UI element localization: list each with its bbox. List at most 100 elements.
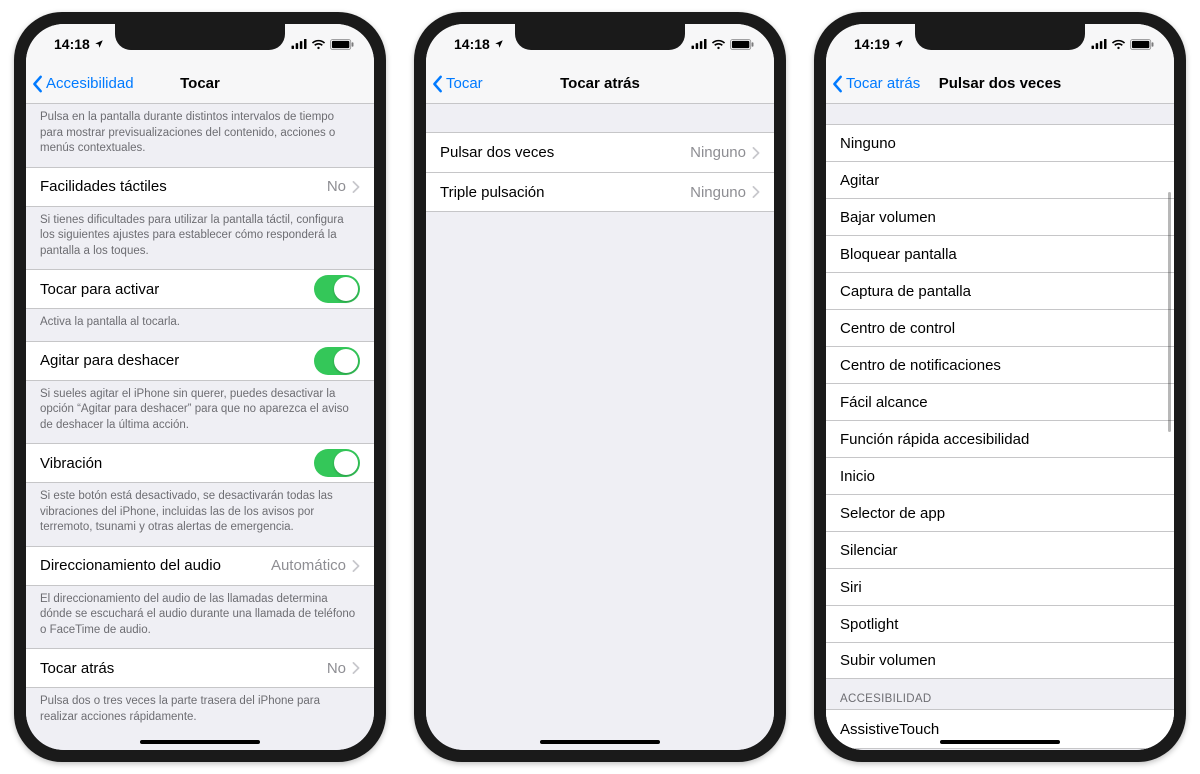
option-row[interactable]: Spotlight <box>826 605 1174 642</box>
status-time: 14:18 <box>454 36 490 52</box>
intro-footer: Pulsa en la pantalla durante distintos i… <box>26 104 374 167</box>
settings-content[interactable]: Ninguno Agitar Bajar volumen Bloquear panta… <box>826 104 1174 750</box>
back-button[interactable]: Accesibilidad <box>26 75 134 93</box>
wifi-icon <box>311 39 326 50</box>
row-label: Tocar atrás <box>40 660 114 677</box>
tocar-activar-row[interactable]: Tocar para activar <box>26 269 374 309</box>
option-label: Centro de control <box>840 320 955 337</box>
location-icon <box>494 39 504 49</box>
row-label: Direccionamiento del audio <box>40 557 221 574</box>
battery-icon <box>1130 39 1154 50</box>
chevron-left-icon <box>832 75 844 93</box>
phone-1: 14:18 Accesibilidad Tocar Pulsa en la pa… <box>14 12 386 762</box>
vibracion-row[interactable]: Vibración <box>26 443 374 483</box>
settings-content[interactable]: Pulsa en la pantalla durante distintos i… <box>26 104 374 750</box>
tocar-atras-footer: Pulsa dos o tres veces la parte trasera … <box>26 688 374 735</box>
option-label: Siri <box>840 579 862 596</box>
row-label: Pulsar dos veces <box>440 144 554 161</box>
option-label: Captura de pantalla <box>840 283 971 300</box>
option-row[interactable]: Centro de control <box>826 309 1174 346</box>
vibracion-footer: Si este botón está desactivado, se desac… <box>26 483 374 546</box>
chevron-right-icon <box>352 181 360 193</box>
option-row[interactable]: Agitar <box>826 161 1174 198</box>
pulsar-dos-veces-row[interactable]: Pulsar dos veces Ninguno <box>426 132 774 172</box>
tocar-atras-row[interactable]: Tocar atrás No <box>26 648 374 688</box>
phone-screen: 14:18 Tocar Tocar atrás Pulsar dos veces… <box>426 24 774 750</box>
cellular-icon <box>291 39 307 49</box>
facilidades-tactiles-row[interactable]: Facilidades táctiles No <box>26 167 374 207</box>
home-indicator[interactable] <box>540 740 660 744</box>
phone-screen: 14:19 Tocar atrás Pulsar dos veces Ningu… <box>826 24 1174 750</box>
tocar-activar-toggle[interactable] <box>314 275 360 303</box>
accesibilidad-header: ACCESIBILIDAD <box>826 679 1174 709</box>
cellular-icon <box>1091 39 1107 49</box>
phone-3: 14:19 Tocar atrás Pulsar dos veces Ningu… <box>814 12 1186 762</box>
notch <box>515 24 685 50</box>
option-row[interactable]: Silenciar <box>826 531 1174 568</box>
cellular-icon <box>691 39 707 49</box>
settings-content[interactable]: Pulsar dos veces Ninguno Triple pulsació… <box>426 104 774 750</box>
home-indicator[interactable] <box>140 740 260 744</box>
row-value: No <box>327 660 346 677</box>
triple-pulsacion-row[interactable]: Triple pulsación Ninguno <box>426 172 774 212</box>
notch <box>115 24 285 50</box>
nav-bar: Accesibilidad Tocar <box>26 64 374 104</box>
option-row[interactable]: Fácil alcance <box>826 383 1174 420</box>
row-label: Vibración <box>40 455 102 472</box>
option-label: Inicio <box>840 468 875 485</box>
audio-row[interactable]: Direccionamiento del audio Automático <box>26 546 374 586</box>
agitar-footer: Si sueles agitar el iPhone sin querer, p… <box>26 381 374 444</box>
row-label: AssistiveTouch <box>840 721 939 738</box>
option-row[interactable]: Bajar volumen <box>826 198 1174 235</box>
option-row[interactable]: Función rápida accesibilidad <box>826 420 1174 457</box>
back-label: Tocar atrás <box>846 75 920 92</box>
chevron-right-icon <box>752 147 760 159</box>
chevron-right-icon <box>752 186 760 198</box>
option-row[interactable]: Selector de app <box>826 494 1174 531</box>
row-value: Ninguno <box>690 144 746 161</box>
row-value: Ninguno <box>690 184 746 201</box>
option-label: Fácil alcance <box>840 394 928 411</box>
home-indicator[interactable] <box>940 740 1060 744</box>
nav-bar: Tocar atrás Pulsar dos veces <box>826 64 1174 104</box>
option-label: Silenciar <box>840 542 898 559</box>
option-label: Centro de notificaciones <box>840 357 1001 374</box>
option-label: Agitar <box>840 172 879 189</box>
status-time: 14:19 <box>854 36 890 52</box>
chevron-left-icon <box>432 75 444 93</box>
back-button[interactable]: Tocar <box>426 75 483 93</box>
vibracion-toggle[interactable] <box>314 449 360 477</box>
option-row[interactable]: Ninguno <box>826 124 1174 161</box>
location-icon <box>894 39 904 49</box>
option-row[interactable]: Siri <box>826 568 1174 605</box>
status-time: 14:18 <box>54 36 90 52</box>
chevron-right-icon <box>352 662 360 674</box>
phone-screen: 14:18 Accesibilidad Tocar Pulsa en la pa… <box>26 24 374 750</box>
agitar-toggle[interactable] <box>314 347 360 375</box>
chevron-left-icon <box>32 75 44 93</box>
scrollbar-indicator <box>1168 192 1171 432</box>
option-label: Bloquear pantalla <box>840 246 957 263</box>
agitar-row[interactable]: Agitar para deshacer <box>26 341 374 381</box>
row-label: Facilidades táctiles <box>40 178 167 195</box>
option-label: Ninguno <box>840 135 896 152</box>
option-row[interactable]: Inicio <box>826 457 1174 494</box>
row-label: Tocar para activar <box>40 281 159 298</box>
audio-footer: El direccionamiento del audio de las lla… <box>26 586 374 649</box>
option-row[interactable]: Centro de notificaciones <box>826 346 1174 383</box>
back-button[interactable]: Tocar atrás <box>826 75 920 93</box>
option-label: Bajar volumen <box>840 209 936 226</box>
nav-bar: Tocar Tocar atrás <box>426 64 774 104</box>
battery-icon <box>730 39 754 50</box>
option-row[interactable]: Captura de pantalla <box>826 272 1174 309</box>
tocar-activar-footer: Activa la pantalla al tocarla. <box>26 309 374 341</box>
option-row[interactable]: Bloquear pantalla <box>826 235 1174 272</box>
option-row[interactable]: Subir volumen <box>826 642 1174 679</box>
row-label: Triple pulsación <box>440 184 545 201</box>
row-value: Automático <box>271 557 346 574</box>
chevron-right-icon <box>352 560 360 572</box>
wifi-icon <box>711 39 726 50</box>
row-value: No <box>327 178 346 195</box>
option-label: Selector de app <box>840 505 945 522</box>
option-label: Spotlight <box>840 616 898 633</box>
